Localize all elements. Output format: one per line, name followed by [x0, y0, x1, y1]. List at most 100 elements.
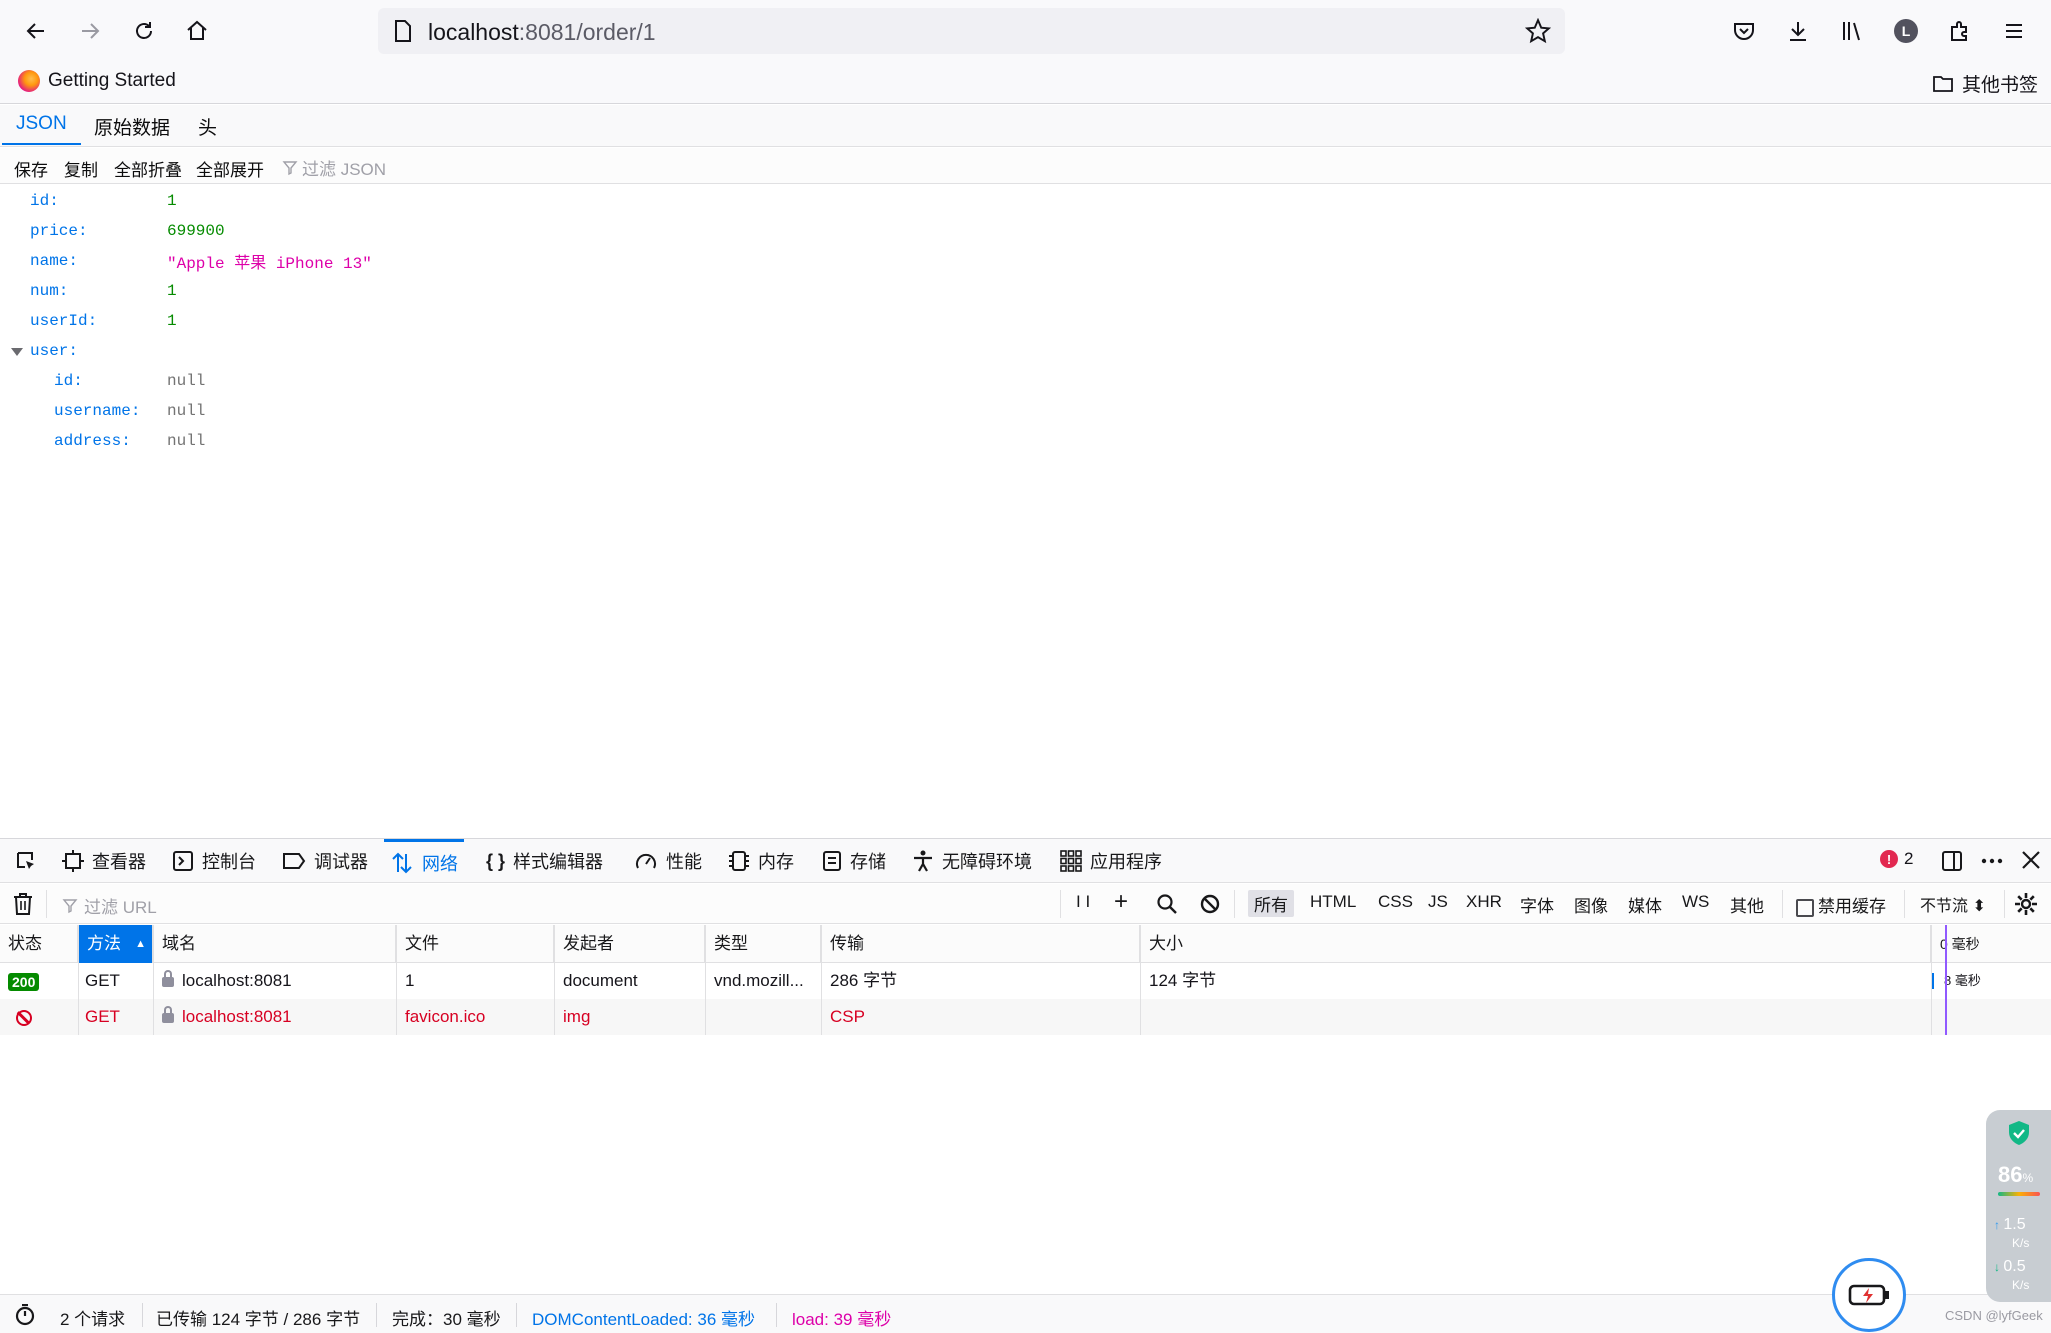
tab-application[interactable]: 应用程序 — [1054, 839, 1168, 883]
filter-css[interactable]: CSS — [1378, 892, 1413, 912]
tab-accessibility[interactable]: 无障碍环境 — [906, 839, 1038, 883]
network-settings-button[interactable] — [2014, 892, 2038, 921]
error-count-badge[interactable]: ! 2 — [1880, 849, 1913, 869]
collapse-all-button[interactable]: 全部折叠 — [114, 156, 182, 181]
json-row[interactable]: price: 699900 — [30, 216, 630, 246]
menu-button[interactable] — [1994, 11, 2034, 51]
column-size[interactable]: 大小 — [1141, 925, 1931, 963]
request-status: 200 — [0, 963, 78, 999]
account-button[interactable]: L — [1886, 11, 1926, 51]
memory-percent: 86% — [1998, 1162, 2034, 1187]
table-row[interactable]: 200 GET localhost:8081 1 document vnd.mo… — [0, 963, 2051, 999]
blocked-icon — [16, 1009, 32, 1026]
json-row[interactable]: name: "Apple 苹果 iPhone 13" — [30, 246, 630, 276]
page-icon — [392, 19, 414, 48]
json-row[interactable]: num: 1 — [30, 276, 630, 306]
filter-media[interactable]: 媒体 — [1628, 892, 1662, 917]
filter-ws[interactable]: WS — [1682, 892, 1709, 912]
tab-performance[interactable]: 性能 — [628, 839, 708, 883]
filter-js[interactable]: JS — [1428, 892, 1448, 912]
json-row[interactable]: username: null — [54, 396, 654, 426]
column-transferred[interactable]: 传输 — [822, 925, 1140, 963]
other-bookmarks[interactable]: 其他书签 — [1932, 70, 2038, 97]
clear-button[interactable] — [12, 892, 34, 921]
search-button[interactable] — [1156, 893, 1178, 920]
shield-check-icon — [2009, 1121, 2029, 1145]
extensions-button[interactable] — [1940, 11, 1980, 51]
pocket-button[interactable] — [1724, 11, 1764, 51]
bookmark-star-icon[interactable] — [1524, 17, 1552, 49]
tab-label: 无障碍环境 — [942, 852, 1032, 872]
json-row[interactable]: userId: 1 — [30, 306, 630, 336]
system-monitor-widget[interactable]: 86% ↑ 1.5 K/s ↓ 0.5 K/s — [1986, 1110, 2051, 1302]
json-row[interactable]: address: null — [54, 426, 654, 456]
block-requests-button[interactable] — [1199, 893, 1221, 920]
tab-headers[interactable]: 头 — [198, 113, 217, 140]
reload-button[interactable] — [124, 11, 164, 51]
filter-other[interactable]: 其他 — [1730, 892, 1764, 917]
column-divider — [1931, 925, 1932, 1035]
element-picker-button[interactable] — [8, 839, 44, 883]
tab-inspector[interactable]: 查看器 — [56, 839, 152, 883]
devtools-more-button[interactable] — [1980, 849, 2004, 873]
tab-network[interactable]: 网络 — [384, 839, 464, 883]
expand-all-button[interactable]: 全部展开 — [196, 156, 264, 181]
browser-toolbar: localhost:8081/order/1 L — [0, 0, 2051, 62]
downloads-button[interactable] — [1778, 11, 1818, 51]
throttle-select[interactable]: 不节流 ⬍ — [1920, 892, 1986, 916]
hamburger-icon — [2006, 24, 2022, 38]
copy-button[interactable]: 复制 — [64, 156, 98, 181]
tab-debugger[interactable]: 调试器 — [276, 839, 374, 883]
column-status[interactable]: 状态 — [0, 925, 78, 963]
battery-widget[interactable] — [1832, 1258, 1906, 1332]
url-filter-input[interactable]: 过滤 URL — [62, 893, 157, 918]
performance-analysis-button[interactable] — [14, 1303, 36, 1331]
column-initiator[interactable]: 发起者 — [555, 925, 705, 963]
library-button[interactable] — [1832, 11, 1872, 51]
tab-memory[interactable]: 内存 — [722, 839, 800, 883]
checkbox-box — [1796, 898, 1814, 917]
column-divider — [153, 925, 154, 1035]
tab-console[interactable]: 控制台 — [166, 839, 262, 883]
back-button[interactable] — [16, 11, 56, 51]
grid-icon — [1060, 850, 1082, 872]
pause-button[interactable]: I I — [1076, 892, 1090, 912]
request-status — [0, 999, 78, 1035]
filter-fonts[interactable]: 字体 — [1520, 892, 1554, 917]
dock-icon — [1942, 851, 1962, 871]
filter-images[interactable]: 图像 — [1574, 892, 1608, 917]
filter-html[interactable]: HTML — [1310, 892, 1356, 912]
twisty-expanded-icon[interactable] — [11, 348, 23, 356]
devtools-close-button[interactable] — [2020, 849, 2042, 871]
dock-side-button[interactable] — [1940, 849, 1964, 873]
disable-cache-checkbox[interactable]: 禁用缓存 — [1796, 892, 1886, 917]
bookmark-getting-started[interactable]: Getting Started — [18, 70, 176, 92]
bookmarks-toolbar: Getting Started 其他书签 — [0, 62, 2051, 104]
forward-button[interactable] — [70, 11, 110, 51]
json-row[interactable]: id: null — [54, 366, 654, 396]
json-filter-input[interactable]: 过滤 JSON — [282, 155, 386, 180]
home-button[interactable] — [177, 11, 217, 51]
folder-icon — [1933, 75, 1953, 92]
load-time: load: 39 毫秒 — [792, 1310, 892, 1329]
table-row[interactable]: GET localhost:8081 favicon.ico img CSP — [0, 999, 2051, 1035]
json-row[interactable]: id: 1 — [30, 186, 630, 216]
json-row-user[interactable]: user: — [0, 336, 630, 366]
tab-json[interactable]: JSON — [2, 113, 81, 145]
tab-storage[interactable]: 存储 — [816, 839, 892, 883]
filter-all[interactable]: 所有 — [1248, 890, 1294, 917]
url-bar[interactable]: localhost:8081/order/1 — [378, 8, 1565, 54]
column-method[interactable]: 方法 ▲ — [79, 925, 153, 963]
memory-bar — [1998, 1192, 2040, 1196]
save-button[interactable]: 保存 — [14, 156, 48, 181]
column-file[interactable]: 文件 — [397, 925, 554, 963]
tab-style-editor[interactable]: { } 样式编辑器 — [480, 839, 609, 883]
column-domain[interactable]: 域名 — [154, 925, 396, 963]
tab-raw-data[interactable]: 原始数据 — [94, 113, 170, 140]
add-request-icon[interactable]: + — [1114, 888, 1128, 916]
column-waterfall[interactable]: 0 毫秒 — [1932, 925, 2051, 963]
sort-ascending-icon: ▲ — [135, 938, 146, 950]
filter-xhr[interactable]: XHR — [1466, 892, 1502, 912]
column-type[interactable]: 类型 — [706, 925, 821, 963]
error-count: 2 — [1904, 849, 1914, 868]
